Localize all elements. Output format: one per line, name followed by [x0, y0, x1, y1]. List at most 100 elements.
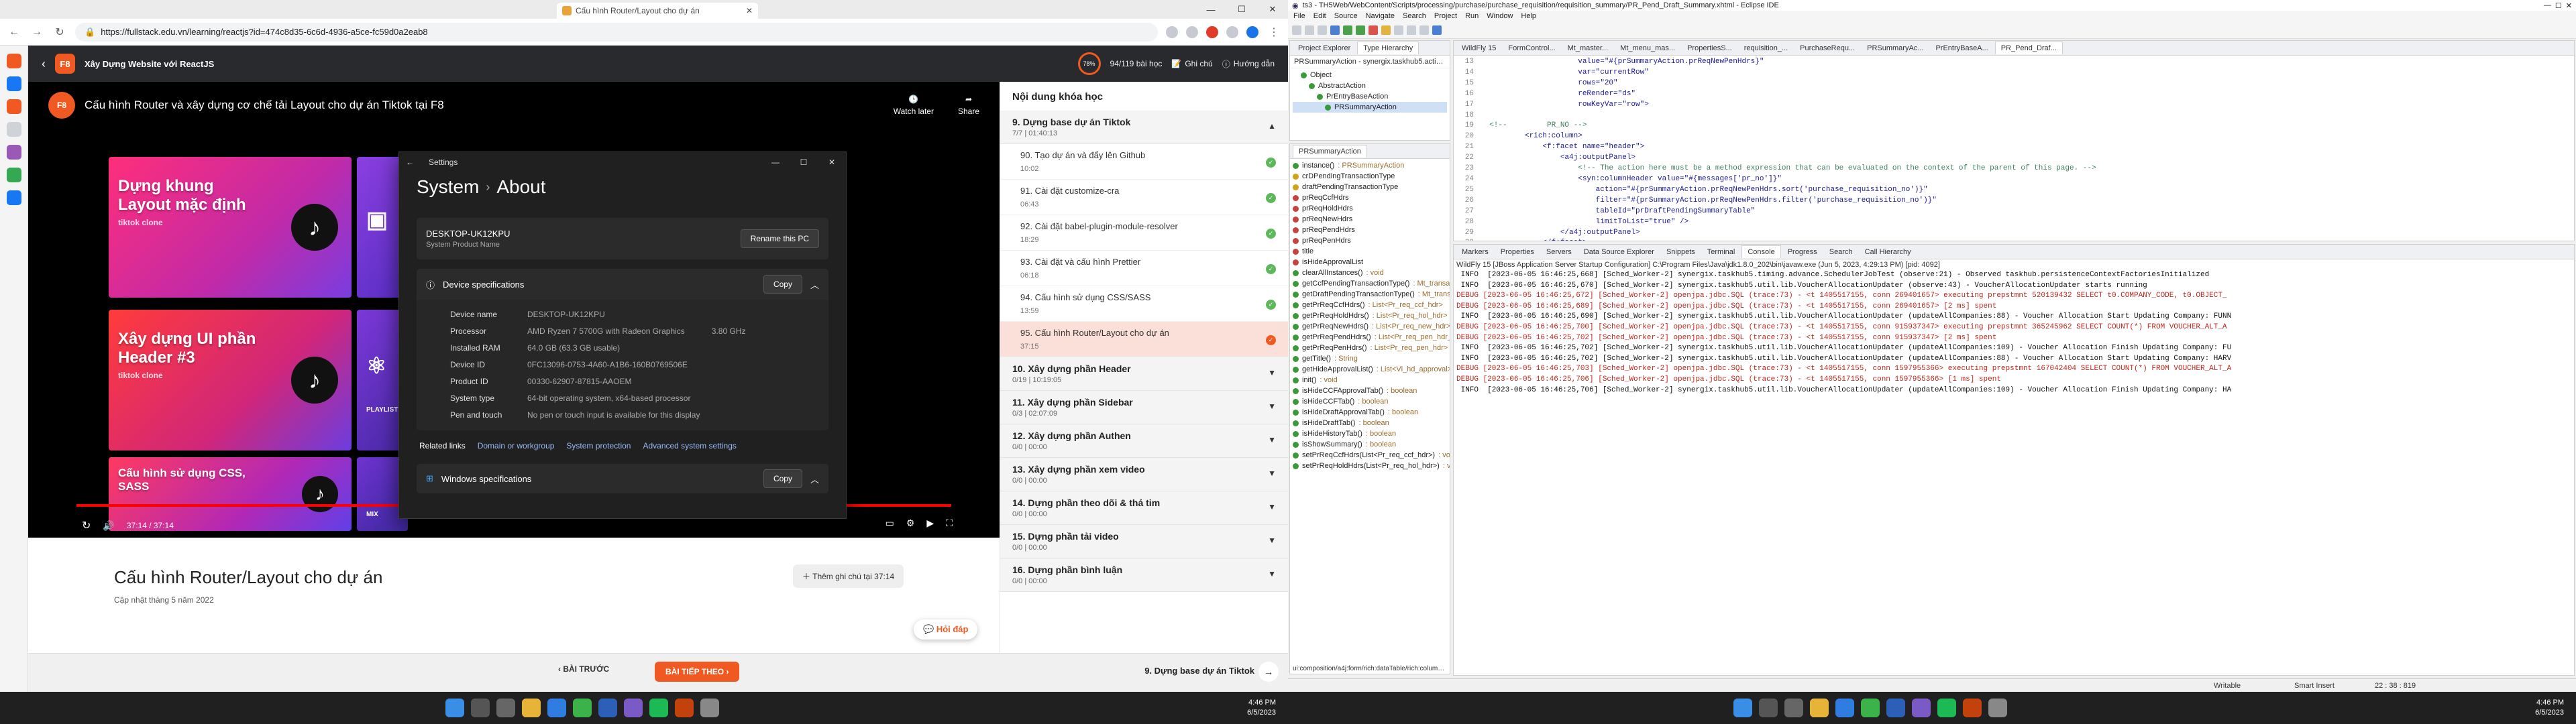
- edge-icon[interactable]: [1835, 699, 1854, 717]
- lesson-item[interactable]: 94. Cấu hình sử dụng CSS/SASS 13:59 ✓: [1000, 286, 1288, 322]
- outline-item[interactable]: prReqCcfHdrs: [1293, 192, 1447, 203]
- menu-item[interactable]: File: [1293, 12, 1305, 20]
- settings-gear-icon[interactable]: ⚙: [906, 518, 915, 529]
- editor-tab[interactable]: Mt_menu_mas...: [1615, 42, 1680, 54]
- watch-later-button[interactable]: 🕒 Watch later: [894, 95, 934, 116]
- outline-item[interactable]: isHideDraftTab(): boolean: [1293, 418, 1447, 428]
- outline-item[interactable]: crDPendingTransactionType: [1293, 171, 1447, 182]
- windows-spec-header[interactable]: ⊞ Windows specifications Copy ︿: [417, 464, 828, 493]
- outline-item[interactable]: getCcfPendingTransactionType(): Mt_trans…: [1293, 278, 1450, 289]
- search-icon[interactable]: [1394, 25, 1403, 35]
- forward-icon[interactable]: →: [30, 26, 44, 38]
- share-button[interactable]: ➦ Share: [958, 95, 979, 116]
- editor-tab[interactable]: PrEntryBaseA...: [1930, 42, 1993, 54]
- perspective-icon[interactable]: [1432, 25, 1442, 35]
- crumb-system[interactable]: System: [417, 176, 479, 198]
- outline-item[interactable]: getPrReqCcfHdrs(): List<Pr_req_ccf_hdr>: [1293, 300, 1447, 310]
- taskview-icon[interactable]: [1784, 699, 1803, 717]
- console-tab[interactable]: Servers: [1541, 246, 1577, 258]
- menu-item[interactable]: Search: [1403, 12, 1426, 20]
- hierarchy-node[interactable]: Object: [1293, 70, 1447, 80]
- extension-icon[interactable]: [1226, 25, 1238, 38]
- copy-winspec-button[interactable]: Copy: [763, 469, 802, 488]
- outline-item[interactable]: isHideHistoryTab(): boolean: [1293, 428, 1447, 439]
- outline-item[interactable]: getHideApprovalList(): List<Vi_hd_approv…: [1293, 364, 1450, 375]
- close-icon[interactable]: ✕: [818, 152, 846, 172]
- f8-logo[interactable]: F8: [55, 54, 75, 74]
- menu-item[interactable]: Run: [1465, 12, 1479, 20]
- console-log[interactable]: INFO [2023-06-05 16:46:25,668] [Sched_Wo…: [1454, 270, 2574, 396]
- outline-item[interactable]: isHideDraftApprovalTab(): boolean: [1293, 407, 1447, 418]
- related-link[interactable]: System protection: [566, 441, 631, 450]
- hierarchy-node[interactable]: AbstractAction: [1293, 80, 1447, 91]
- spotify-icon[interactable]: [1937, 699, 1956, 717]
- outline-item[interactable]: prReqHoldHdrs: [1293, 203, 1447, 214]
- outline-item[interactable]: isHideApprovalList: [1293, 257, 1447, 267]
- replay-icon[interactable]: ↻: [82, 519, 91, 532]
- section-header[interactable]: 15. Dựng phần tải video 0/0 | 00:00 ▼: [1000, 525, 1288, 558]
- editor-tab[interactable]: PRSummaryAc...: [1862, 42, 1929, 54]
- menu-item[interactable]: Window: [1487, 12, 1513, 20]
- console-tab[interactable]: Properties: [1495, 246, 1540, 258]
- extension-icon[interactable]: [1166, 25, 1178, 38]
- debug-icon[interactable]: [1330, 25, 1340, 35]
- console-tab[interactable]: Search: [1824, 246, 1858, 258]
- settings-icon[interactable]: [700, 699, 719, 717]
- volume-icon[interactable]: 🔊: [103, 520, 114, 532]
- outline-item[interactable]: getPrReqPendHdrs(): List<Pr_req_pen_hdr_…: [1293, 332, 1450, 343]
- console-tab[interactable]: Data Source Explorer: [1578, 246, 1660, 258]
- menu-dots-icon[interactable]: ⋮: [1267, 25, 1281, 39]
- rename-pc-button[interactable]: Rename this PC: [740, 229, 819, 248]
- console-tab[interactable]: Progress: [1782, 246, 1823, 258]
- app-icon[interactable]: [1963, 699, 1982, 717]
- save-icon[interactable]: [1305, 25, 1314, 35]
- url-field[interactable]: 🔒 https://fullstack.edu.vn/learning/reac…: [75, 22, 1158, 42]
- sidebar-app-icon[interactable]: [6, 122, 21, 137]
- section-header[interactable]: 14. Dựng phần theo dõi & thả tim 0/0 | 00…: [1000, 491, 1288, 525]
- nav-back-icon[interactable]: [1407, 25, 1416, 35]
- settings-icon[interactable]: [1988, 699, 2007, 717]
- video-player[interactable]: F8 Cấu hình Router và xây dựng cơ chế tả…: [28, 82, 1000, 538]
- editor-tab[interactable]: Mt_master...: [1562, 42, 1614, 54]
- back-chevron-icon[interactable]: ‹: [42, 57, 46, 71]
- chrome-icon[interactable]: [1861, 699, 1880, 717]
- start-icon[interactable]: [445, 699, 464, 717]
- captions-icon[interactable]: ▭: [885, 518, 894, 529]
- explorer-icon[interactable]: [1810, 699, 1829, 717]
- close-tab-icon[interactable]: ✕: [746, 6, 753, 15]
- outline-item[interactable]: setPrReqCcfHdrs(List<Pr_req_ccf_hdr>): v…: [1293, 450, 1450, 461]
- hierarchy-node[interactable]: PrEntryBaseAction: [1293, 91, 1447, 102]
- sidebar-app-icon[interactable]: [6, 168, 21, 182]
- outline-item[interactable]: init(): void: [1293, 375, 1447, 385]
- device-spec-header[interactable]: ⓘ Device specifications Copy ︿: [417, 269, 828, 300]
- outline-item[interactable]: isHideCCFTab(): boolean: [1293, 396, 1447, 407]
- outline-item[interactable]: instance(): PRSummaryAction: [1293, 160, 1447, 171]
- outline-item[interactable]: getTitle(): String: [1293, 353, 1447, 364]
- console-tab[interactable]: Call Hierarchy: [1860, 246, 1917, 258]
- browser-tab[interactable]: Cấu hình Router/Layout cho dự án ✕: [557, 3, 758, 19]
- eclipse-icon[interactable]: [1912, 699, 1931, 717]
- back-icon[interactable]: ←: [7, 26, 21, 38]
- outline-item[interactable]: getDraftPendingTransactionType(): Mt_tra…: [1293, 289, 1450, 300]
- console-tab[interactable]: Markers: [1456, 246, 1494, 258]
- section-header[interactable]: 12. Xây dựng phần Authen 0/0 | 00:00 ▼: [1000, 424, 1288, 458]
- editor-tab[interactable]: FormControl...: [1503, 42, 1560, 54]
- reload-icon[interactable]: ↻: [52, 25, 67, 39]
- fullscreen-icon[interactable]: ⛶: [946, 518, 953, 529]
- video-title[interactable]: Cấu hình Router và xây dựng cơ chế tải L…: [85, 99, 869, 112]
- sidebar-app-icon[interactable]: [6, 99, 21, 114]
- section-header[interactable]: 10. Xây dựng phần Header 0/19 | 10:19:05 ▼: [1000, 357, 1288, 391]
- nav-forward-icon[interactable]: [1419, 25, 1429, 35]
- profile-avatar-icon[interactable]: [1246, 25, 1258, 38]
- section-header[interactable]: 11. Xây dựng phần Sidebar 0/3 | 02:07:09 ▼: [1000, 391, 1288, 424]
- editor-tab[interactable]: PropertiesS...: [1682, 42, 1737, 54]
- extension-icon[interactable]: [1206, 25, 1218, 38]
- search-icon[interactable]: [471, 699, 490, 717]
- outline-item[interactable]: getPrReqPenHdrs(): List<Pr_req_pen_hdr>: [1293, 343, 1448, 353]
- channel-logo[interactable]: F8: [48, 92, 75, 119]
- related-link[interactable]: Domain or workgroup: [478, 441, 555, 450]
- next-lesson-button[interactable]: BÀI TIẾP THEO ›: [655, 662, 740, 682]
- console-tab[interactable]: Terminal: [1702, 246, 1741, 258]
- section-header[interactable]: 9. Dựng base dự án Tiktok 7/7 | 01:40:13…: [1000, 111, 1288, 144]
- sidebar-app-icon[interactable]: [6, 145, 21, 160]
